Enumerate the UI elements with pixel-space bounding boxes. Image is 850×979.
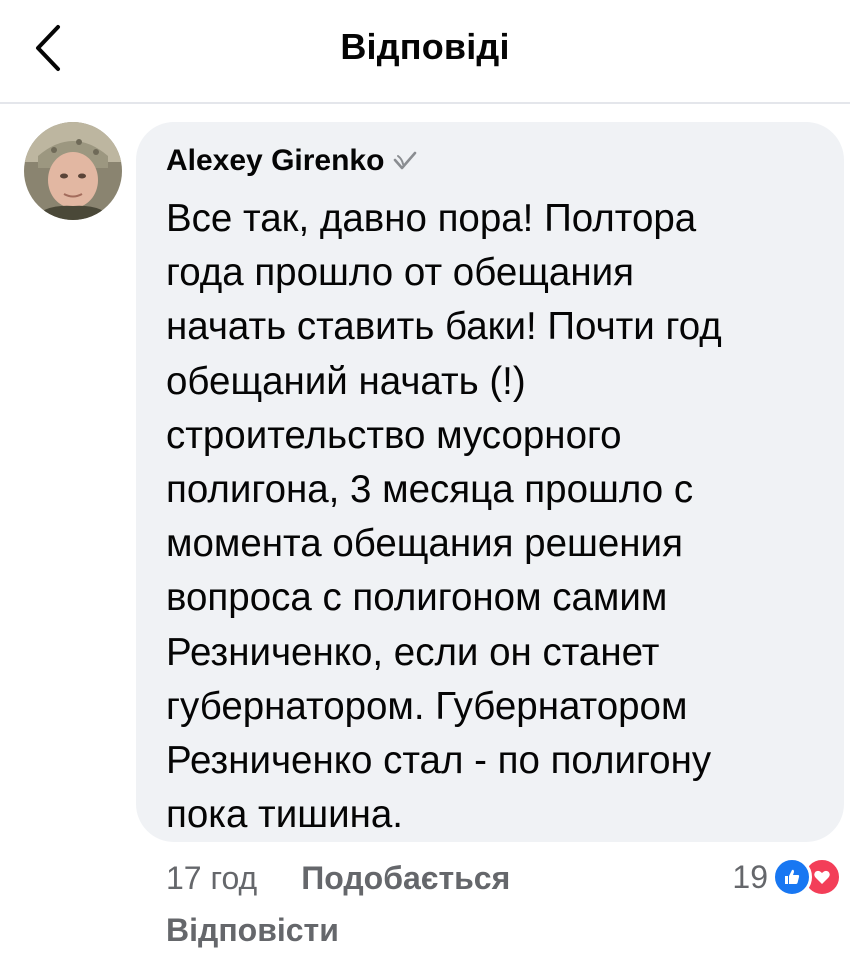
comment-timestamp[interactable]: 17 год — [166, 860, 257, 897]
avatar-image — [24, 122, 122, 220]
like-reaction-icon — [772, 857, 812, 897]
comment-text: Все так, давно пора! Полтора года прошло… — [166, 197, 722, 837]
reactions-summary[interactable]: 19 — [732, 857, 842, 897]
top-fan-badge-icon — [394, 151, 417, 170]
reply-button[interactable]: Відповісти — [166, 912, 339, 949]
like-button[interactable]: Подобається — [301, 860, 510, 897]
top-bar: Відповіді — [0, 0, 850, 104]
comment-bubble: Alexey Girenko Все так, давно пора! Полт… — [136, 122, 844, 842]
author-row: Alexey Girenko — [166, 144, 418, 178]
reaction-count: 19 — [732, 858, 768, 895]
page-title: Відповіді — [340, 26, 510, 67]
avatar[interactable] — [24, 122, 122, 220]
comment-actions: 17 год Подобається — [166, 860, 510, 897]
author-name[interactable]: Alexey Girenko — [166, 144, 384, 178]
